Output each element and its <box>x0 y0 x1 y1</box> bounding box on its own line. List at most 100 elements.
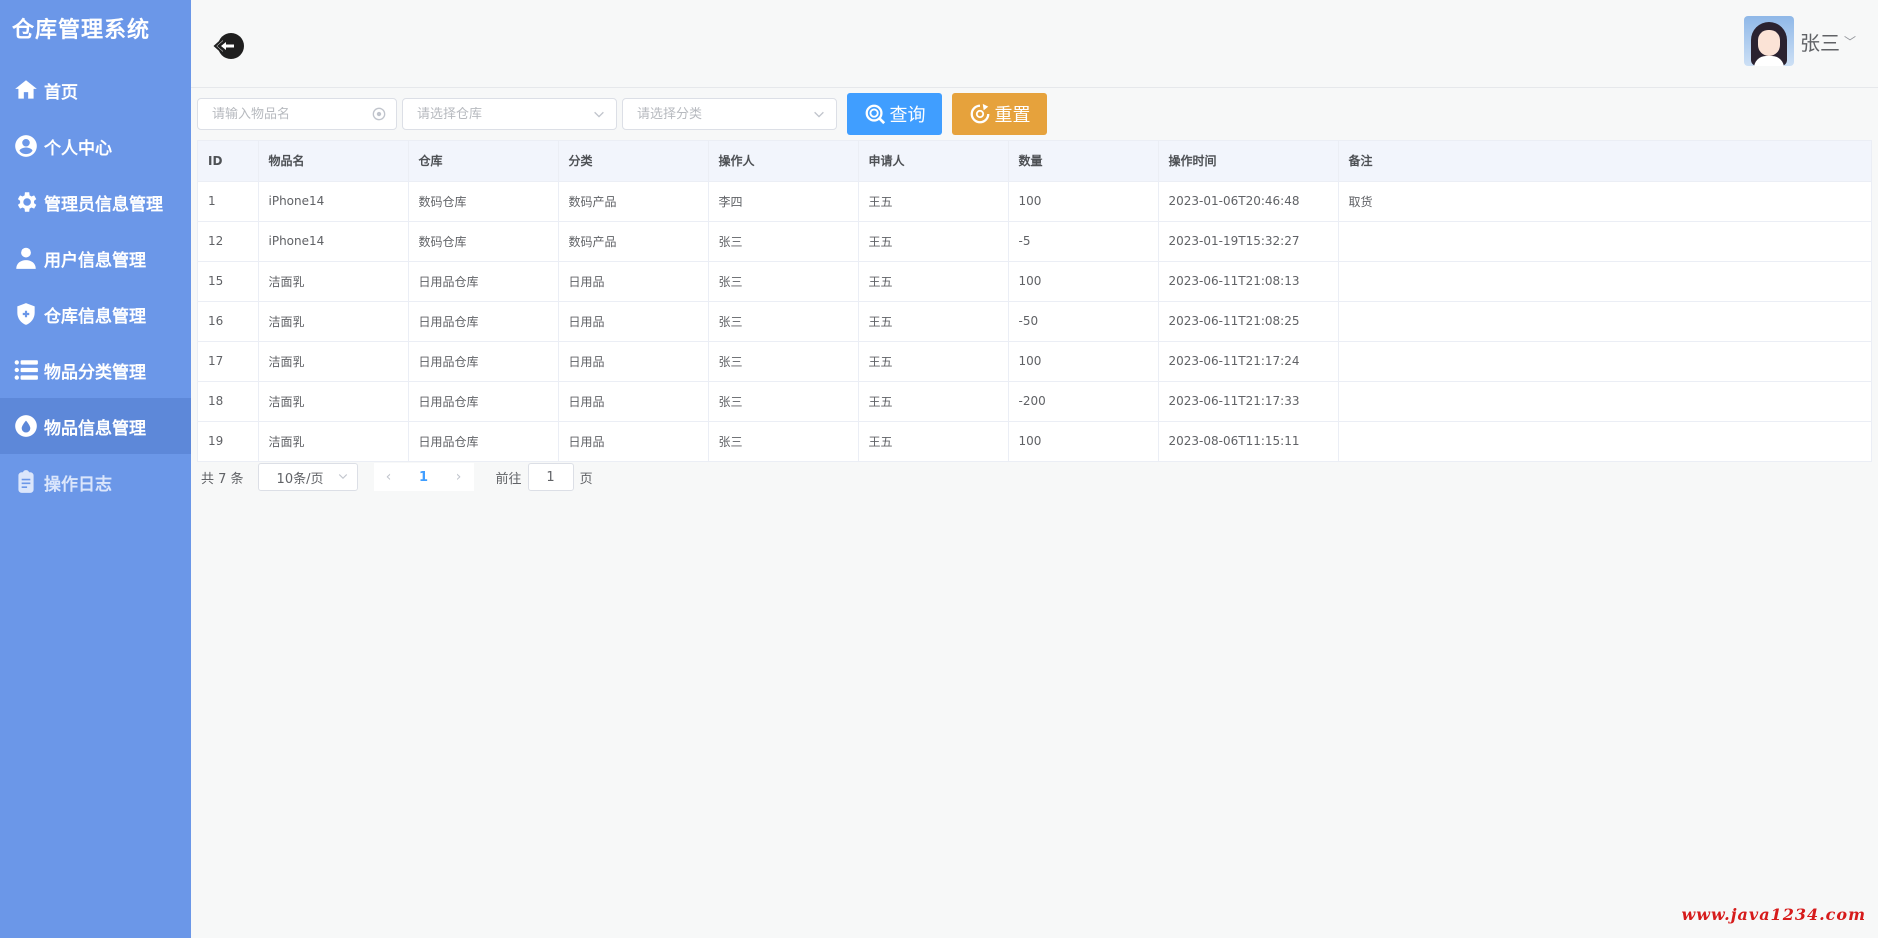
top-header: 张三 ﹀ <box>191 0 1878 88</box>
table-cell: 张三 <box>708 221 859 262</box>
table-cell: 数码产品 <box>558 221 709 262</box>
table-cell <box>1338 221 1871 262</box>
table-cell: 王五 <box>858 221 1009 262</box>
page-number[interactable]: 1 <box>403 463 444 491</box>
table-cell: 100 <box>1008 181 1159 222</box>
table-cell: iPhone14 <box>258 181 409 222</box>
sidebar-item-label: 物品信息管理 <box>44 418 146 439</box>
table-cell: 16 <box>198 301 259 342</box>
table-cell: 张三 <box>708 261 859 302</box>
home-icon <box>12 76 40 104</box>
sidebar-item-admin[interactable]: 管理员信息管理 <box>0 174 191 230</box>
table-cell: 2023-01-06T20:46:48 <box>1158 181 1339 222</box>
page-size-select[interactable]: 10条/页 <box>257 463 358 491</box>
table-row[interactable]: 18 洁面乳 日用品仓库 日用品 张三 王五 -200 2023-06-11T2… <box>198 381 1871 422</box>
sidebar-item-log[interactable]: 操作日志 <box>0 454 191 510</box>
user-circle-icon <box>12 132 40 160</box>
drop-icon <box>12 412 40 440</box>
table-row[interactable]: 16 洁面乳 日用品仓库 日用品 张三 王五 -50 2023-06-11T21… <box>198 301 1871 342</box>
next-page-button[interactable]: › <box>443 463 474 491</box>
table-cell: 洁面乳 <box>258 341 409 382</box>
table-cell <box>1338 421 1871 461</box>
table-cell: 数码仓库 <box>408 221 559 262</box>
table-cell <box>1338 261 1871 302</box>
table-cell <box>1338 341 1871 382</box>
user-icon <box>12 244 40 272</box>
sidebar-item-warehouse[interactable]: 仓库信息管理 <box>0 286 191 342</box>
category-select-input[interactable] <box>637 106 824 122</box>
table-cell: iPhone14 <box>258 221 409 262</box>
category-select[interactable] <box>622 98 837 130</box>
chevron-down-icon <box>594 111 604 118</box>
table-cell: 洁面乳 <box>258 261 409 302</box>
back-arrow-icon[interactable] <box>211 28 247 64</box>
item-name-field[interactable] <box>197 98 397 130</box>
table-cell: 1 <box>198 181 259 222</box>
query-button[interactable]: 查询 <box>847 93 942 135</box>
table-row[interactable]: 17 洁面乳 日用品仓库 日用品 张三 王五 100 2023-06-11T21… <box>198 341 1871 382</box>
sidebar-item-label: 仓库信息管理 <box>44 306 146 327</box>
item-name-input[interactable] <box>212 106 384 122</box>
table-cell: 李四 <box>708 181 859 222</box>
table-cell: 张三 <box>708 341 859 382</box>
data-table: ID 物品名 仓库 分类 操作人 申请人 数量 操作时间 备注 1 iPhone… <box>197 140 1872 462</box>
table-cell: 张三 <box>708 421 859 461</box>
reset-button[interactable]: 重置 <box>952 93 1047 135</box>
table-cell: 洁面乳 <box>258 421 409 461</box>
column-header-category: 分类 <box>558 141 709 182</box>
sidebar-item-home[interactable]: 首页 <box>0 62 191 118</box>
shield-icon <box>12 300 40 328</box>
table-cell: 张三 <box>708 301 859 342</box>
table-cell: -200 <box>1008 381 1159 422</box>
search-icon <box>865 104 885 125</box>
table-row[interactable]: 12 iPhone14 数码仓库 数码产品 张三 王五 -5 2023-01-1… <box>198 221 1871 262</box>
table-cell: -50 <box>1008 301 1159 342</box>
chevron-down-icon <box>338 474 347 480</box>
table-cell: 洁面乳 <box>258 301 409 342</box>
table-cell: 洁面乳 <box>258 381 409 422</box>
warehouse-select-input[interactable] <box>417 106 604 122</box>
table-cell: 王五 <box>858 301 1009 342</box>
clear-icon[interactable] <box>372 107 386 121</box>
table-cell: 100 <box>1008 341 1159 382</box>
sidebar-item-users[interactable]: 用户信息管理 <box>0 230 191 286</box>
table-cell: 2023-01-19T15:32:27 <box>1158 221 1339 262</box>
chevron-left-icon: ‹ <box>385 469 392 485</box>
avatar <box>1743 16 1794 66</box>
table-cell: 15 <box>198 261 259 302</box>
table-cell: 日用品 <box>558 341 709 382</box>
column-header-remark: 备注 <box>1338 141 1871 182</box>
table-cell: 日用品 <box>558 301 709 342</box>
chevron-down-icon <box>814 111 824 118</box>
goto-prefix: 前往 <box>495 471 522 487</box>
sidebar-item-goods[interactable]: 物品信息管理 <box>0 398 191 454</box>
table-cell <box>1338 301 1871 342</box>
table-cell: 王五 <box>858 181 1009 222</box>
prev-page-button[interactable]: ‹ <box>373 463 404 491</box>
sidebar-item-profile[interactable]: 个人中心 <box>0 118 191 174</box>
table-cell: 2023-06-11T21:08:13 <box>1158 261 1339 302</box>
sidebar: 仓库管理系统 首页 个人中心 管理员信息管理 用户信息管理 仓库信息管理 物品分… <box>0 0 191 938</box>
table-cell: 日用品仓库 <box>408 381 559 422</box>
sidebar-item-label: 操作日志 <box>44 474 112 495</box>
table-row[interactable]: 19 洁面乳 日用品仓库 日用品 张三 王五 100 2023-08-06T11… <box>198 421 1871 461</box>
clipboard-icon <box>12 468 40 496</box>
gear-icon <box>12 188 40 216</box>
table-cell: 取货 <box>1338 181 1871 222</box>
table-cell: 日用品 <box>558 381 709 422</box>
table-cell: 2023-08-06T11:15:11 <box>1158 421 1339 461</box>
page-size-value: 10条/页 <box>276 471 324 487</box>
table-cell: 100 <box>1008 421 1159 461</box>
table-cell: 数码产品 <box>558 181 709 222</box>
table-row[interactable]: 1 iPhone14 数码仓库 数码产品 李四 王五 100 2023-01-0… <box>198 181 1871 222</box>
column-header-applicant: 申请人 <box>858 141 1009 182</box>
table-cell: 日用品 <box>558 261 709 302</box>
goto-page-input[interactable] <box>527 463 574 491</box>
warehouse-select[interactable] <box>402 98 617 130</box>
sidebar-item-category[interactable]: 物品分类管理 <box>0 342 191 398</box>
page-jumper: 前往 页 <box>496 463 593 491</box>
table-cell: 19 <box>198 421 259 461</box>
user-menu[interactable]: 张三 ﹀ <box>1743 16 1856 66</box>
table-cell: 张三 <box>708 381 859 422</box>
table-row[interactable]: 15 洁面乳 日用品仓库 日用品 张三 王五 100 2023-06-11T21… <box>198 261 1871 302</box>
